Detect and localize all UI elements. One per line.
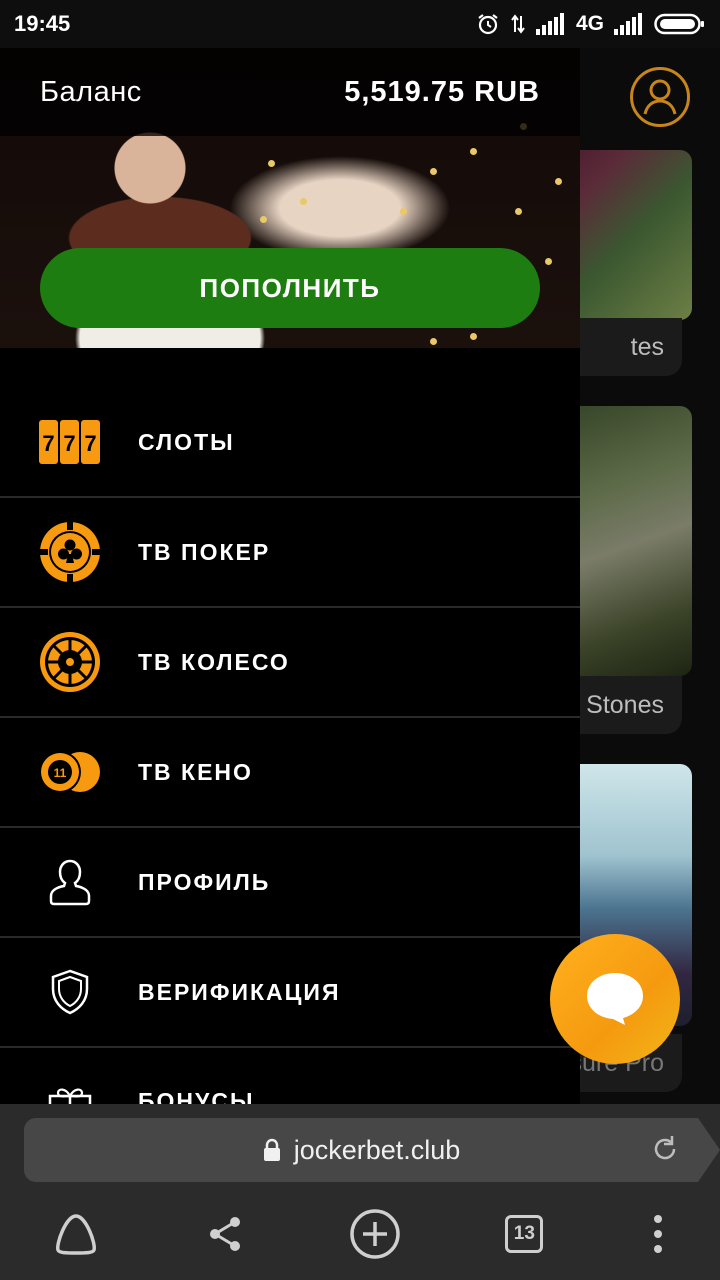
status-icons: 4G (476, 12, 706, 36)
reload-icon[interactable] (650, 1134, 680, 1164)
topup-button[interactable]: ПОПОЛНИТЬ (40, 248, 540, 328)
alarm-icon (478, 14, 498, 35)
alice-home-icon[interactable] (52, 1212, 100, 1256)
poker-chip-club-icon (38, 520, 102, 584)
shield-icon (38, 960, 102, 1024)
menu-item-label: БОНУСЫ (138, 1088, 255, 1104)
svg-text:7: 7 (63, 431, 75, 456)
menu-item-label: ТВ ПОКЕР (138, 538, 271, 565)
balance-bar: Баланс 5,519.75 RUB (0, 48, 580, 136)
user-icon (38, 850, 102, 914)
menu-item-slots[interactable]: 777 СЛОТЫ (0, 388, 580, 498)
slots-777-icon: 777 (38, 410, 102, 474)
drawer-hero-banner: Баланс 5,519.75 RUB ПОПОЛНИТЬ (0, 48, 580, 348)
menu-item-label: ВЕРИФИКАЦИЯ (138, 978, 341, 1005)
menu-item-label: ТВ КОЛЕСО (138, 648, 290, 675)
keno-ball-icon: 11 (38, 740, 102, 804)
menu-item-tv-keno[interactable]: 11 ТВ КЕНО (0, 718, 580, 828)
browser-bottom-bar: jockerbet.club 13 (0, 1104, 720, 1280)
menu-item-label: СЛОТЫ (138, 428, 235, 455)
browser-nav-row: 13 (0, 1202, 720, 1266)
svg-text:7: 7 (84, 431, 96, 456)
status-bar: 19:45 4G (0, 0, 720, 48)
menu-item-tv-poker[interactable]: ТВ ПОКЕР (0, 498, 580, 608)
address-bar[interactable]: jockerbet.club (24, 1118, 720, 1182)
network-type: 4G (575, 12, 604, 35)
keno-ball-number: 11 (54, 766, 67, 780)
side-drawer: Баланс 5,519.75 RUB ПОПОЛНИТЬ 777 СЛОТЫ … (0, 48, 580, 1104)
svg-text:7: 7 (42, 431, 54, 456)
menu-item-label: ПРОФИЛЬ (138, 868, 271, 895)
wheel-icon (38, 630, 102, 694)
menu-item-tv-wheel[interactable]: ТВ КОЛЕСО (0, 608, 580, 718)
balance-label: Баланс (40, 75, 142, 108)
signal-icon (614, 13, 642, 35)
signal-icon (535, 13, 564, 35)
chat-bubble-icon (587, 973, 643, 1025)
more-vertical-icon[interactable] (648, 1213, 668, 1255)
menu-item-profile[interactable]: ПРОФИЛЬ (0, 828, 580, 938)
url-text: jockerbet.club (293, 1134, 461, 1165)
lock-icon (263, 1138, 280, 1161)
status-time: 19:45 (14, 11, 71, 36)
chat-button[interactable] (550, 934, 680, 1064)
menu-item-bonuses[interactable]: БОНУСЫ (0, 1048, 580, 1104)
data-arrows-icon (511, 14, 525, 34)
tabs-icon[interactable]: 13 (505, 1215, 544, 1253)
user-icon[interactable] (630, 67, 690, 127)
menu-item-label: ТВ КЕНО (138, 758, 253, 785)
drawer-menu: 777 СЛОТЫ ТВ ПОКЕР ТВ КОЛЕСО 11 ТВ КЕНО (0, 388, 580, 1104)
gift-icon (38, 1084, 102, 1104)
battery-icon (654, 13, 704, 35)
share-icon[interactable] (205, 1214, 245, 1254)
menu-item-verification[interactable]: ВЕРИФИКАЦИЯ (0, 938, 580, 1048)
new-tab-plus-icon[interactable] (349, 1208, 401, 1260)
balance-value: 5,519.75 RUB (344, 75, 540, 108)
